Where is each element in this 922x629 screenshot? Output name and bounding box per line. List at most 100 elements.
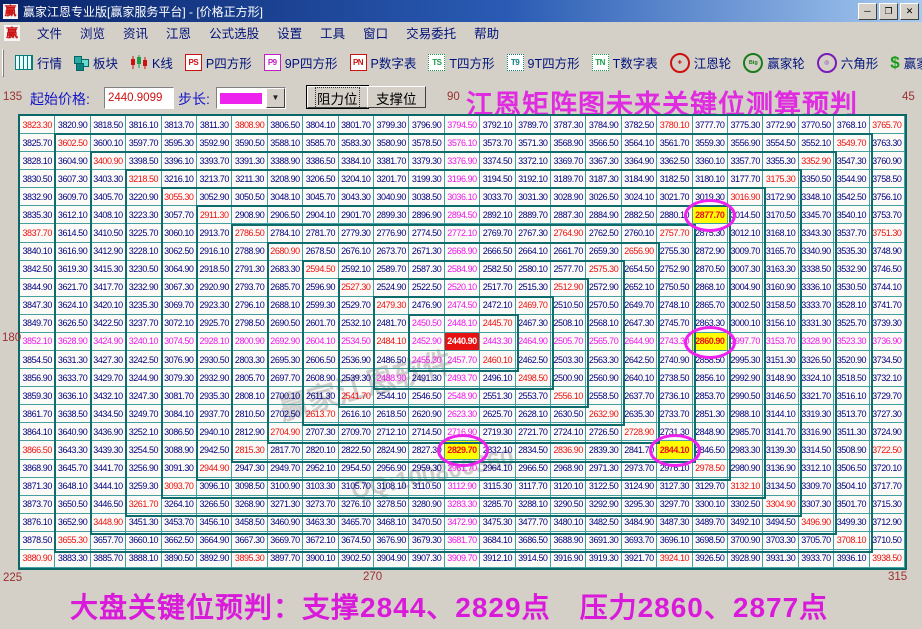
toolbar-button-t9-square[interactable]: T99T四方形: [501, 50, 586, 75]
matrix-cell: 2536.90: [339, 351, 374, 369]
toolbar-button-winner-wheel[interactable]: Big赢家轮: [737, 50, 811, 76]
menu-item-8[interactable]: 窗口: [354, 25, 397, 43]
menu-item-3[interactable]: 资讯: [114, 25, 157, 43]
matrix-cell: 2774.50: [409, 224, 444, 242]
matrix-cell: 3220.90: [126, 188, 161, 206]
matrix-cell: 3067.30: [162, 279, 197, 297]
menu-item-7[interactable]: 工具: [311, 25, 354, 43]
matrix-cell: 2616.10: [339, 405, 374, 423]
matrix-cell: 3283.30: [445, 496, 480, 514]
matrix-cell: 2872.90: [693, 243, 728, 261]
matrix-cell: 2738.50: [657, 369, 692, 387]
matrix-cell: 3348.10: [799, 188, 834, 206]
matrix-cell: 3590.50: [232, 134, 267, 152]
toolbar-button-market-grid[interactable]: 行情: [9, 50, 68, 75]
matrix-cell: 2599.30: [303, 297, 338, 315]
menu-item-2[interactable]: 浏览: [71, 25, 114, 43]
toolbar-button-kline-candles[interactable]: K线: [124, 50, 179, 75]
toolbar-button-p-square[interactable]: PSP四方形: [179, 50, 258, 75]
matrix-cell: 2630.50: [551, 405, 586, 423]
matrix-cell: 2582.50: [480, 261, 515, 279]
matrix-cell: 3926.50: [693, 550, 728, 568]
matrix-cell: 3336.10: [799, 279, 834, 297]
matrix-cell: 2724.10: [551, 423, 586, 441]
minimize-button[interactable]: ─: [858, 3, 877, 20]
matrix-cell: 2452.90: [409, 333, 444, 351]
toolbar-button-gann-wheel[interactable]: ✚江恩轮: [664, 50, 738, 76]
menu-item-6[interactable]: 设置: [268, 25, 311, 43]
matrix-cell: 3892.90: [197, 550, 232, 568]
support-button[interactable]: 支撑位: [367, 86, 426, 108]
matrix-cell: 2640.10: [622, 369, 657, 387]
menu-item-5[interactable]: 公式选股: [200, 25, 268, 43]
menu-item-9[interactable]: 交易委托: [397, 25, 465, 43]
start-price-input[interactable]: 2440.9099: [104, 87, 174, 109]
toolbar-button-dollar[interactable]: $赢家服务: [884, 50, 922, 76]
angle-label-180: 180: [2, 332, 21, 344]
matrix-cell: 2940.10: [197, 423, 232, 441]
matrix-cell: 3494.50: [763, 514, 798, 532]
toolbar-button-p-table[interactable]: PNP数字表: [344, 50, 423, 75]
matrix-cell: 2846.50: [693, 441, 728, 459]
resistance-button[interactable]: 阻力位: [307, 86, 368, 108]
matrix-cell: 3120.10: [551, 478, 586, 496]
toolbar-button-label: 9T四方形: [528, 53, 580, 72]
matrix-cell: 3852.10: [20, 333, 55, 351]
toolbar-button-t-table[interactable]: TNT数字表: [586, 50, 664, 75]
matrix-cell: 3288.10: [516, 496, 551, 514]
matrix-cell: 3919.30: [586, 550, 621, 568]
matrix-cell: 2810.50: [232, 405, 267, 423]
kline-candles-icon: [130, 55, 148, 70]
menu-item-4[interactable]: 江恩: [157, 25, 200, 43]
chevron-down-icon[interactable]: ▼: [266, 88, 285, 108]
matrix-cell: 2560.90: [586, 369, 621, 387]
matrix-cell: 3511.30: [834, 423, 869, 441]
matrix-cell: 3804.10: [303, 116, 338, 134]
matrix-cell: 3232.90: [126, 279, 161, 297]
matrix-cell: 2971.30: [586, 460, 621, 478]
matrix-cell: 2702.50: [268, 405, 303, 423]
matrix-cell: 3645.70: [55, 460, 90, 478]
toolbar-button-t-square[interactable]: TST四方形: [422, 50, 500, 75]
matrix-cell: 2515.30: [516, 279, 551, 297]
matrix-cell: 3847.30: [20, 297, 55, 315]
matrix-cell: 3040.90: [374, 188, 409, 206]
matrix-cell: 2594.50: [303, 261, 338, 279]
matrix-cell: 2841.70: [622, 441, 657, 459]
matrix-cell: 3036.10: [445, 188, 480, 206]
p-square-icon: PS: [185, 54, 202, 71]
matrix-cell: 2968.90: [551, 460, 586, 478]
toolbar-button-p9-square[interactable]: P99P四方形: [258, 50, 344, 75]
matrix-cell: 3484.90: [622, 514, 657, 532]
blocks-icon: [74, 56, 89, 70]
matrix-cell: 3777.70: [693, 116, 728, 134]
matrix-cell: 2692.90: [268, 333, 303, 351]
step-combobox[interactable]: ▼: [216, 87, 286, 109]
matrix-cell: 3316.90: [799, 423, 834, 441]
matrix-cell-keylevel: 2860.90: [693, 333, 728, 351]
matrix-cell: 2920.90: [197, 279, 232, 297]
toolbar-button-hexagon[interactable]: ◎六角形: [811, 50, 885, 76]
toolbar-button-blocks[interactable]: 板块: [68, 50, 124, 75]
matrix-cell: 3492.10: [728, 514, 763, 532]
matrix-cell: 3746.50: [870, 261, 905, 279]
matrix-cell: 2472.10: [480, 297, 515, 315]
matrix-cell: 3463.30: [303, 514, 338, 532]
menu-item-1[interactable]: 文件: [28, 25, 71, 43]
matrix-cell-keylevel: 2844.10: [657, 441, 692, 459]
matrix-cell: 3520.90: [834, 351, 869, 369]
matrix-cell: 3084.10: [162, 405, 197, 423]
matrix-cell: 2517.70: [480, 279, 515, 297]
close-button[interactable]: ✕: [900, 3, 919, 20]
maximize-button[interactable]: ❐: [879, 3, 898, 20]
matrix-cell: 3619.30: [55, 261, 90, 279]
matrix-cell: 3696.10: [657, 532, 692, 550]
matrix-cell: 2952.10: [303, 460, 338, 478]
matrix-cell: 3331.30: [799, 315, 834, 333]
matrix-cell: 3628.90: [55, 333, 90, 351]
matrix-cell: 3148.90: [763, 369, 798, 387]
matrix-cell: 3662.50: [162, 532, 197, 550]
matrix-cell: 3388.90: [268, 152, 303, 170]
matrix-cell: 3652.90: [55, 514, 90, 532]
menu-item-10[interactable]: 帮助: [465, 25, 508, 43]
